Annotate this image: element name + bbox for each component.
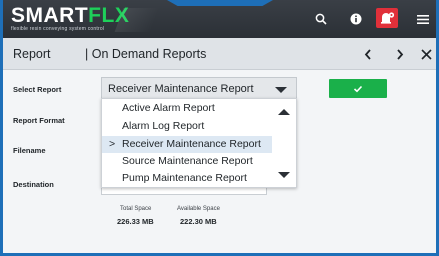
page-title: Report xyxy=(13,47,51,61)
search-button[interactable] xyxy=(310,8,332,30)
available-space-label: Available Space xyxy=(177,206,220,212)
header-notch xyxy=(3,0,436,6)
checkmark-icon xyxy=(353,85,363,92)
destination-label: Destination xyxy=(13,180,54,189)
total-space-label: Total Space xyxy=(120,206,152,212)
info-button[interactable] xyxy=(345,8,367,30)
dropdown-option[interactable]: Alarm Log Report xyxy=(102,118,272,135)
smartflx-logo: SMARTFLX flexible resin conveying system… xyxy=(11,4,129,32)
close-icon xyxy=(420,48,432,60)
info-icon xyxy=(350,13,362,25)
chevron-left-icon xyxy=(364,48,371,60)
alarm-button[interactable] xyxy=(376,8,398,28)
alarm-icon xyxy=(381,12,395,24)
close-button[interactable] xyxy=(415,43,436,65)
option-label: Active Alarm Report xyxy=(122,102,215,114)
report-dropdown-list: Active Alarm Report Alarm Log Report > R… xyxy=(101,98,297,188)
option-label: Source Maintenance Report xyxy=(122,155,253,167)
selected-report-value: Receiver Maintenance Report xyxy=(108,83,254,95)
available-space-value: 222.30 MB xyxy=(180,217,217,226)
search-icon xyxy=(315,13,327,25)
dropdown-option[interactable]: Active Alarm Report xyxy=(102,100,272,117)
page-title-bar: Report | On Demand Reports xyxy=(3,38,436,70)
previous-button[interactable] xyxy=(357,43,379,65)
total-space-value: 226.33 MB xyxy=(117,217,154,226)
report-format-label: Report Format xyxy=(13,116,65,125)
selected-marker: > xyxy=(109,138,116,150)
dropdown-option-selected[interactable]: > Receiver Maintenance Report xyxy=(102,136,272,153)
filename-label: Filename xyxy=(13,146,46,155)
header-decoration xyxy=(114,8,160,32)
submit-button[interactable] xyxy=(329,79,387,98)
scroll-down-icon[interactable] xyxy=(276,171,292,179)
option-label: Receiver Maintenance Report xyxy=(122,138,261,150)
chevron-down-icon xyxy=(275,87,287,93)
menu-button[interactable] xyxy=(412,8,434,30)
dropdown-option[interactable]: Source Maintenance Report xyxy=(102,153,272,170)
app-window: SMARTFLX flexible resin conveying system… xyxy=(0,0,439,256)
dropdown-option[interactable]: Pump Maintenance Report xyxy=(102,170,272,187)
dropdown-scrollbar[interactable] xyxy=(272,99,296,187)
logo-text: SMART xyxy=(11,4,89,27)
select-report-label: Select Report xyxy=(13,85,62,94)
option-label: Alarm Log Report xyxy=(122,120,205,132)
chevron-right-icon xyxy=(397,48,404,60)
page-subtitle: | On Demand Reports xyxy=(85,47,207,61)
option-label: Pump Maintenance Report xyxy=(122,172,247,184)
scroll-up-icon[interactable] xyxy=(276,108,292,116)
menu-icon xyxy=(417,14,429,24)
next-button[interactable] xyxy=(389,43,411,65)
